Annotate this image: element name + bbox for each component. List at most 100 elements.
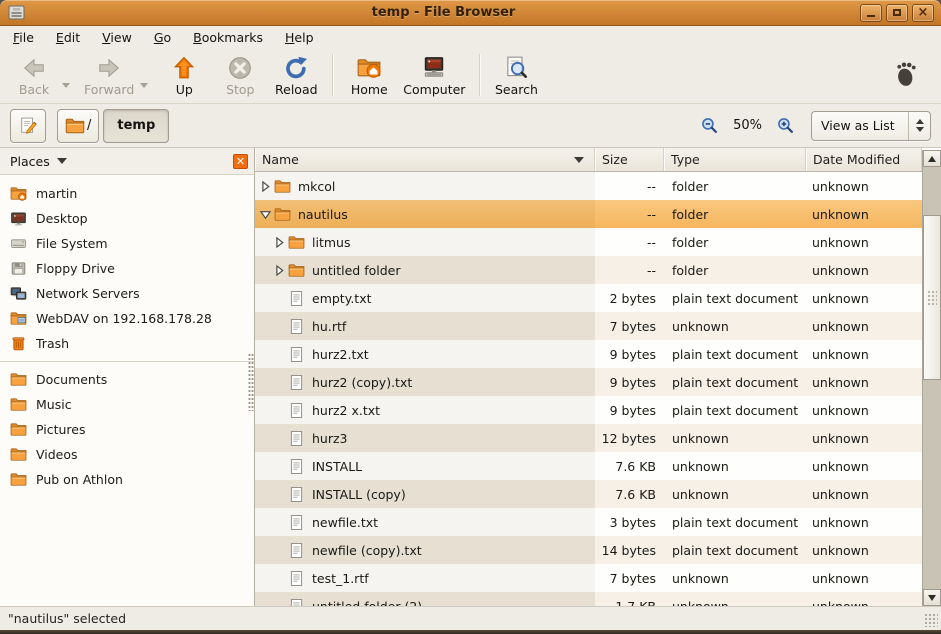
window-controls: × bbox=[860, 4, 934, 22]
menu-file[interactable]: File bbox=[5, 27, 42, 48]
sidebar-item-documents[interactable]: Documents bbox=[0, 367, 254, 392]
trash-icon bbox=[10, 335, 27, 352]
column-header-name[interactable]: Name bbox=[255, 148, 595, 171]
file-size: 2 bytes bbox=[595, 284, 664, 312]
sidebar-item-network-servers[interactable]: Network Servers bbox=[0, 281, 254, 306]
file-size: 7.6 KB bbox=[595, 480, 664, 508]
file-name: newfile (copy).txt bbox=[312, 543, 422, 558]
file-name: INSTALL bbox=[312, 459, 362, 474]
file-type: folder bbox=[664, 256, 806, 284]
table-row[interactable]: INSTALL7.6 KBunknownunknown bbox=[255, 452, 922, 480]
table-row[interactable]: mkcol--folderunknown bbox=[255, 172, 922, 200]
computer-icon bbox=[421, 55, 447, 81]
expander-collapsed-icon[interactable] bbox=[273, 264, 286, 277]
table-row[interactable]: untitled folder (2)1.7 KBunknownunknown bbox=[255, 592, 922, 606]
table-row[interactable]: hurz2 x.txt9 bytesplain text documentunk… bbox=[255, 396, 922, 424]
zoom-in-button[interactable] bbox=[774, 114, 797, 137]
table-row[interactable]: nautilus--folderunknown bbox=[255, 200, 922, 228]
sidebar-item-martin[interactable]: martin bbox=[0, 181, 254, 206]
sidebar-item-desktop[interactable]: Desktop bbox=[0, 206, 254, 231]
network-icon bbox=[10, 285, 27, 302]
maximize-button[interactable] bbox=[886, 4, 908, 22]
table-row[interactable]: litmus--folderunknown bbox=[255, 228, 922, 256]
sidebar-item-file-system[interactable]: File System bbox=[0, 231, 254, 256]
chevron-down-icon[interactable] bbox=[57, 158, 67, 164]
zoom-out-icon bbox=[701, 117, 718, 134]
file-size: 3 bytes bbox=[595, 508, 664, 536]
view-selector-spinner bbox=[908, 112, 930, 140]
expander-collapsed-icon[interactable] bbox=[259, 180, 272, 193]
menu-go[interactable]: Go bbox=[146, 27, 179, 48]
status-text: "nautilus" selected bbox=[8, 611, 126, 626]
view-selector[interactable]: View as List bbox=[811, 111, 931, 141]
file-type: unknown bbox=[664, 452, 806, 480]
toolbar-up-button[interactable]: Up bbox=[158, 53, 210, 99]
scroll-up-button[interactable] bbox=[923, 150, 941, 167]
file-size: 9 bytes bbox=[595, 396, 664, 424]
scrollbar-thumb[interactable] bbox=[923, 215, 941, 380]
toolbar-home-button[interactable]: Home bbox=[343, 53, 395, 99]
sort-descending-icon bbox=[574, 157, 584, 163]
toolbar-search-button[interactable]: Search bbox=[490, 53, 542, 99]
table-row[interactable]: INSTALL (copy)7.6 KBunknownunknown bbox=[255, 480, 922, 508]
text-file-icon bbox=[288, 402, 305, 419]
table-row[interactable]: newfile (copy).txt14 bytesplain text doc… bbox=[255, 536, 922, 564]
table-row[interactable]: test_1.rtf7 bytesunknownunknown bbox=[255, 564, 922, 592]
edit-location-icon bbox=[18, 116, 38, 136]
table-row[interactable]: newfile.txt3 bytesplain text documentunk… bbox=[255, 508, 922, 536]
expander-collapsed-icon[interactable] bbox=[273, 236, 286, 249]
pane-resize-handle[interactable] bbox=[248, 353, 254, 411]
stop-icon bbox=[227, 55, 253, 81]
file-size: 12 bytes bbox=[595, 424, 664, 452]
file-size: -- bbox=[595, 256, 664, 284]
toolbar-reload-button[interactable]: Reload bbox=[270, 53, 322, 99]
column-header-size[interactable]: Size bbox=[595, 148, 664, 171]
column-header-type[interactable]: Type bbox=[664, 148, 806, 171]
root-path-button[interactable]: / bbox=[57, 109, 99, 143]
table-row[interactable]: untitled folder--folderunknown bbox=[255, 256, 922, 284]
menu-edit[interactable]: Edit bbox=[48, 27, 88, 48]
text-file-icon bbox=[288, 514, 305, 531]
sidebar-item-floppy-drive[interactable]: Floppy Drive bbox=[0, 256, 254, 281]
sidebar-item-trash[interactable]: Trash bbox=[0, 331, 254, 356]
table-row[interactable]: hurz312 bytesunknownunknown bbox=[255, 424, 922, 452]
table-row[interactable]: hu.rtf7 bytesunknownunknown bbox=[255, 312, 922, 340]
menu-view[interactable]: View bbox=[94, 27, 140, 48]
file-date-modified: unknown bbox=[806, 284, 922, 312]
window-resize-grip[interactable] bbox=[924, 613, 938, 627]
file-size: 7.6 KB bbox=[595, 452, 664, 480]
scroll-down-button[interactable] bbox=[923, 589, 941, 606]
titlebar[interactable]: temp - File Browser × bbox=[0, 0, 941, 26]
sidebar-close-button[interactable]: ✕ bbox=[233, 154, 248, 169]
sidebar-item-music[interactable]: Music bbox=[0, 392, 254, 417]
spin-down-icon bbox=[916, 127, 924, 132]
table-row[interactable]: empty.txt2 bytesplain text documentunkno… bbox=[255, 284, 922, 312]
menu-bookmarks[interactable]: Bookmarks bbox=[185, 27, 271, 48]
menu-help[interactable]: Help bbox=[277, 27, 322, 48]
file-date-modified: unknown bbox=[806, 592, 922, 606]
column-header-date-modified[interactable]: Date Modified bbox=[806, 148, 922, 171]
zoom-out-button[interactable] bbox=[698, 114, 721, 137]
sidebar-item-pub-on-athlon[interactable]: Pub on Athlon bbox=[0, 467, 254, 492]
file-type: plain text document bbox=[664, 340, 806, 368]
file-list-view: Name Size Type Date Modified mkcol--fold… bbox=[255, 148, 922, 606]
toolbar-computer-button[interactable]: Computer bbox=[399, 53, 469, 99]
file-date-modified: unknown bbox=[806, 396, 922, 424]
sidebar-item-webdav-on-192-168-178-28[interactable]: WebDAV on 192.168.178.28 bbox=[0, 306, 254, 331]
path-button-temp[interactable]: temp bbox=[103, 109, 169, 143]
window-menu-icon[interactable] bbox=[7, 4, 27, 22]
table-row[interactable]: hurz2.txt9 bytesplain text documentunkno… bbox=[255, 340, 922, 368]
sidebar-item-pictures[interactable]: Pictures bbox=[0, 417, 254, 442]
sidebar-item-videos[interactable]: Videos bbox=[0, 442, 254, 467]
window-bottom-edge bbox=[0, 630, 941, 634]
minimize-button[interactable] bbox=[860, 4, 882, 22]
close-button[interactable]: × bbox=[912, 4, 934, 22]
folder-icon bbox=[65, 116, 85, 136]
zoom-cluster: 50% View as List bbox=[698, 111, 931, 141]
sidebar-header-dropdown[interactable]: Places bbox=[10, 154, 50, 169]
vertical-scrollbar[interactable] bbox=[922, 150, 941, 606]
edit-location-button[interactable] bbox=[10, 109, 46, 143]
expander-expanded-icon[interactable] bbox=[259, 208, 272, 221]
table-row[interactable]: hurz2 (copy).txt9 bytesplain text docume… bbox=[255, 368, 922, 396]
arrow-up-icon bbox=[928, 156, 936, 162]
